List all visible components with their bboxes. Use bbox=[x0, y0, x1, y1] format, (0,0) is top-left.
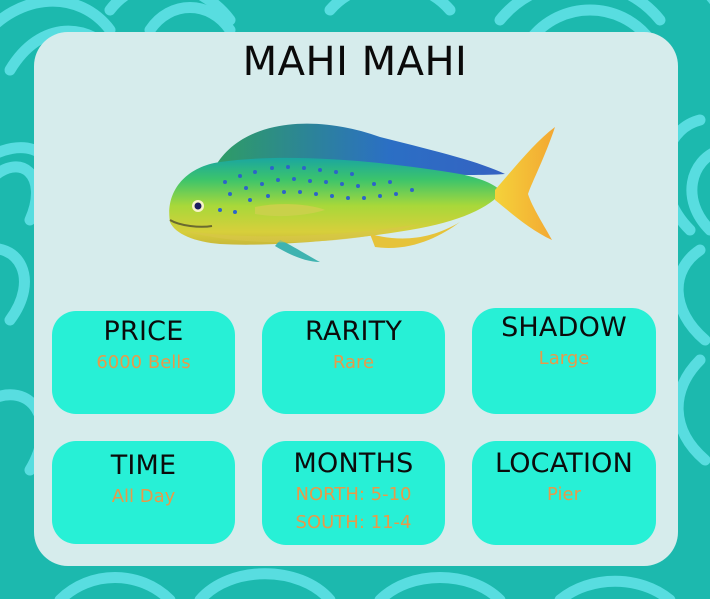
time-tile: TIME All Day bbox=[52, 441, 235, 544]
mahi-mahi-fish-illustration bbox=[169, 123, 555, 262]
price-tile: PRICE 6000 Bells bbox=[52, 311, 235, 414]
shadow-tile: SHADOW Large bbox=[472, 308, 656, 414]
shadow-label: SHADOW bbox=[501, 312, 627, 343]
price-value: 6000 Bells bbox=[96, 352, 191, 373]
page-title: MAHI MAHI bbox=[242, 39, 468, 85]
months-south-value: SOUTH: 11-4 bbox=[295, 512, 412, 533]
location-value: Pier bbox=[547, 484, 581, 505]
location-tile: LOCATION Pier bbox=[472, 441, 656, 545]
time-value: All Day bbox=[111, 486, 176, 507]
rarity-value: Rare bbox=[332, 352, 375, 373]
months-tile: MONTHS NORTH: 5-10 SOUTH: 11-4 bbox=[262, 441, 445, 545]
location-label: LOCATION bbox=[494, 448, 634, 479]
months-north-value: NORTH: 5-10 bbox=[295, 484, 412, 505]
price-label: PRICE bbox=[103, 316, 184, 347]
rarity-tile: RARITY Rare bbox=[262, 311, 445, 414]
months-label: MONTHS bbox=[293, 448, 414, 479]
rarity-label: RARITY bbox=[304, 316, 403, 347]
time-label: TIME bbox=[110, 450, 177, 481]
shadow-value: Large bbox=[538, 348, 590, 369]
